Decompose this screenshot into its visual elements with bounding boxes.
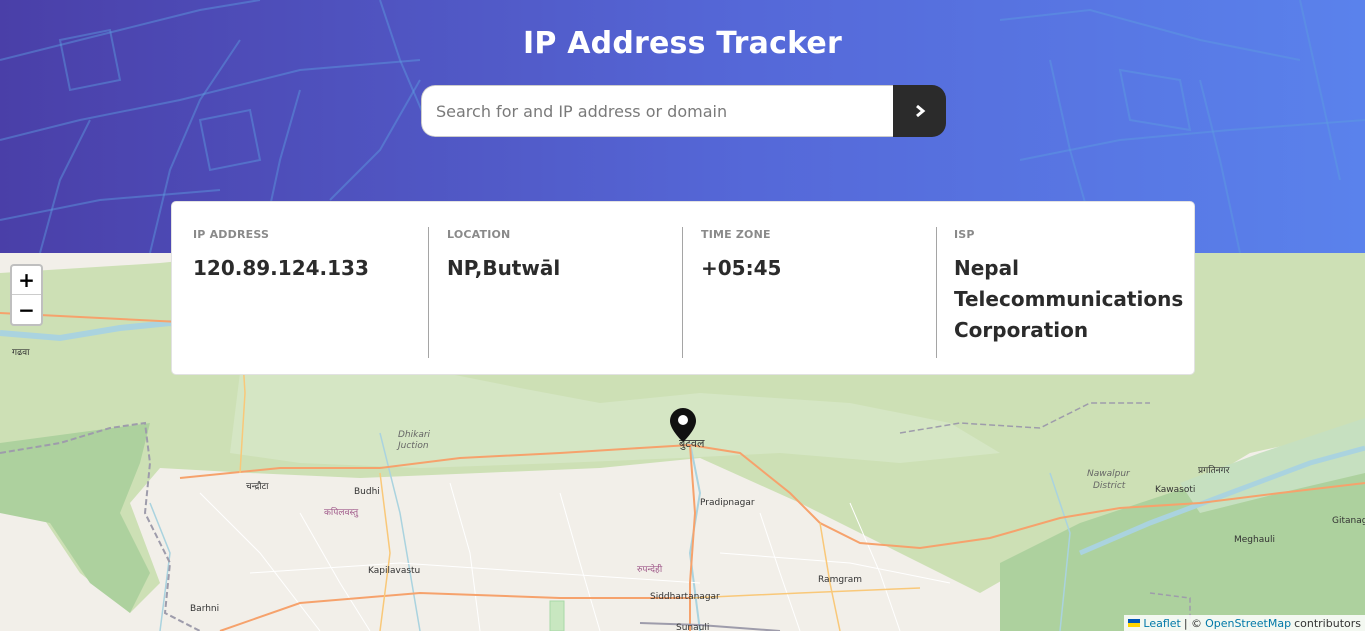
- place-label: Dhikari: [398, 430, 431, 440]
- place-label: कपिलवस्तु: [324, 508, 359, 518]
- place-label: Nawalpur: [1087, 469, 1130, 479]
- place-label: प्रगतिनगर: [1198, 466, 1230, 476]
- timezone-block: TIME ZONE +05:45: [701, 228, 921, 284]
- place-label: Pradipnagar: [700, 498, 755, 508]
- place-label: रुपन्देही: [637, 565, 663, 575]
- ip-address-value: 120.89.124.133: [193, 256, 369, 280]
- timezone-value: +05:45: [701, 256, 782, 280]
- place-label: चन्द्रौटा: [246, 482, 269, 492]
- location-block: LOCATION NP,Butwāl: [447, 228, 667, 284]
- place-label: गढवा: [12, 348, 30, 358]
- place-label: Budhi: [354, 487, 380, 497]
- location-label: LOCATION: [447, 228, 511, 241]
- ip-address-label: IP ADDRESS: [193, 228, 270, 241]
- divider: [428, 227, 429, 358]
- search-submit-button[interactable]: [893, 85, 946, 137]
- isp-value: Nepal Telecommunications Corporation: [954, 256, 1184, 342]
- search-bar: [421, 85, 946, 137]
- place-label: District: [1093, 481, 1126, 491]
- location-value: NP,Butwāl: [447, 256, 561, 280]
- isp-block: ISP Nepal Telecommunications Corporation: [954, 228, 1184, 346]
- ip-info-card: IP ADDRESS 120.89.124.133 LOCATION NP,Bu…: [171, 201, 1195, 375]
- divider: [936, 227, 937, 358]
- place-label: Meghauli: [1234, 535, 1275, 545]
- ukraine-flag-icon: [1128, 619, 1141, 627]
- zoom-in-button[interactable]: +: [12, 266, 41, 295]
- place-label: Ramgram: [818, 575, 863, 585]
- attribution-separator: | ©: [1183, 616, 1203, 630]
- leaflet-link[interactable]: Leaflet: [1143, 617, 1180, 630]
- place-label: Juction: [398, 441, 429, 451]
- page-title: IP Address Tracker: [523, 26, 842, 61]
- map-attribution: Leaflet | © OpenStreetMap contributors: [1124, 615, 1365, 631]
- ip-address-block: IP ADDRESS 120.89.124.133: [193, 228, 413, 284]
- divider: [682, 227, 683, 358]
- place-label: Barhni: [190, 604, 220, 614]
- attribution-suffix: contributors: [1294, 616, 1361, 630]
- place-label: Kapilavastu: [368, 566, 421, 576]
- place-label: Siddhartanagar: [650, 592, 720, 602]
- map-pin-icon[interactable]: [669, 407, 697, 443]
- timezone-label: TIME ZONE: [701, 228, 771, 241]
- chevron-right-icon: [915, 104, 925, 118]
- zoom-control: + −: [10, 264, 43, 326]
- openstreetmap-link[interactable]: OpenStreetMap: [1205, 617, 1291, 630]
- place-label: Sunauli: [676, 623, 710, 631]
- zoom-out-button[interactable]: −: [12, 295, 41, 324]
- search-input[interactable]: [421, 85, 893, 137]
- isp-label: ISP: [954, 228, 975, 241]
- place-label: Gitanag: [1332, 516, 1365, 526]
- place-label: Kawasoti: [1155, 485, 1196, 495]
